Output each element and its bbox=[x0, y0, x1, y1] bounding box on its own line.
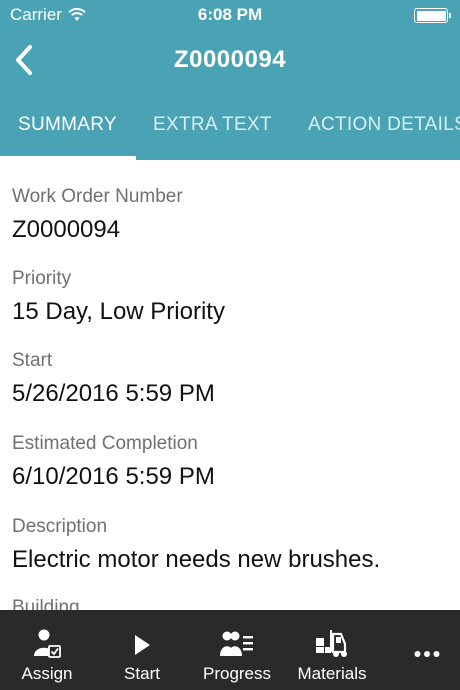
battery-icon bbox=[414, 8, 451, 23]
tab-summary[interactable]: SUMMARY bbox=[18, 114, 117, 136]
more-horizontal-icon bbox=[414, 651, 440, 657]
field-label: Description bbox=[12, 516, 108, 537]
assign-button[interactable]: Assign bbox=[1, 610, 93, 690]
forklift-icon bbox=[316, 630, 347, 657]
progress-label: Progress bbox=[202, 664, 272, 683]
play-icon bbox=[135, 635, 150, 655]
assign-user-icon bbox=[34, 629, 61, 658]
clock: 6:08 PM bbox=[197, 5, 263, 24]
action-toolbar: Assign Start Progress Materials bbox=[0, 610, 460, 690]
field-value: 15 Day, Low Priority bbox=[12, 298, 225, 325]
field-label: Start bbox=[12, 350, 53, 371]
progress-crew-icon bbox=[220, 631, 253, 656]
start-button[interactable]: Start bbox=[96, 610, 188, 690]
assign-label: Assign bbox=[21, 664, 73, 683]
materials-label: Materials bbox=[297, 664, 367, 683]
page-title: Z0000094 bbox=[173, 46, 287, 73]
field-label: Estimated Completion bbox=[12, 433, 198, 454]
work-order-number-field: Work Order Number Z0000094 bbox=[12, 186, 183, 244]
field-label: Work Order Number bbox=[12, 186, 183, 207]
field-value: 5/26/2016 5:59 PM bbox=[12, 380, 215, 407]
field-label: Building bbox=[12, 597, 80, 610]
field-value: 6/10/2016 5:59 PM bbox=[12, 463, 215, 490]
building-field: Building bbox=[12, 597, 80, 610]
estimated-completion-field: Estimated Completion 6/10/2016 5:59 PM bbox=[12, 433, 215, 491]
tab-bar: SUMMARY EXTRA TEXT ACTION DETAILS bbox=[0, 92, 460, 160]
priority-field: Priority 15 Day, Low Priority bbox=[12, 268, 225, 326]
summary-panel: Work Order Number Z0000094 Priority 15 D… bbox=[0, 160, 460, 610]
more-button[interactable] bbox=[381, 610, 460, 690]
description-field: Description Electric motor needs new bru… bbox=[12, 516, 380, 574]
field-value: Electric motor needs new brushes. bbox=[12, 546, 381, 573]
field-value: Z0000094 bbox=[12, 216, 121, 243]
field-label: Priority bbox=[12, 268, 72, 289]
navigation-bar: Z0000094 bbox=[0, 30, 460, 92]
start-field: Start 5/26/2016 5:59 PM bbox=[12, 350, 215, 408]
tab-extra-text[interactable]: EXTRA TEXT bbox=[153, 114, 272, 136]
materials-button[interactable]: Materials bbox=[286, 610, 378, 690]
progress-button[interactable]: Progress bbox=[191, 610, 283, 690]
start-label: Start bbox=[124, 664, 160, 683]
status-bar: Carrier 6:08 PM bbox=[0, 0, 460, 30]
tab-action-details[interactable]: ACTION DETAILS bbox=[308, 114, 460, 136]
